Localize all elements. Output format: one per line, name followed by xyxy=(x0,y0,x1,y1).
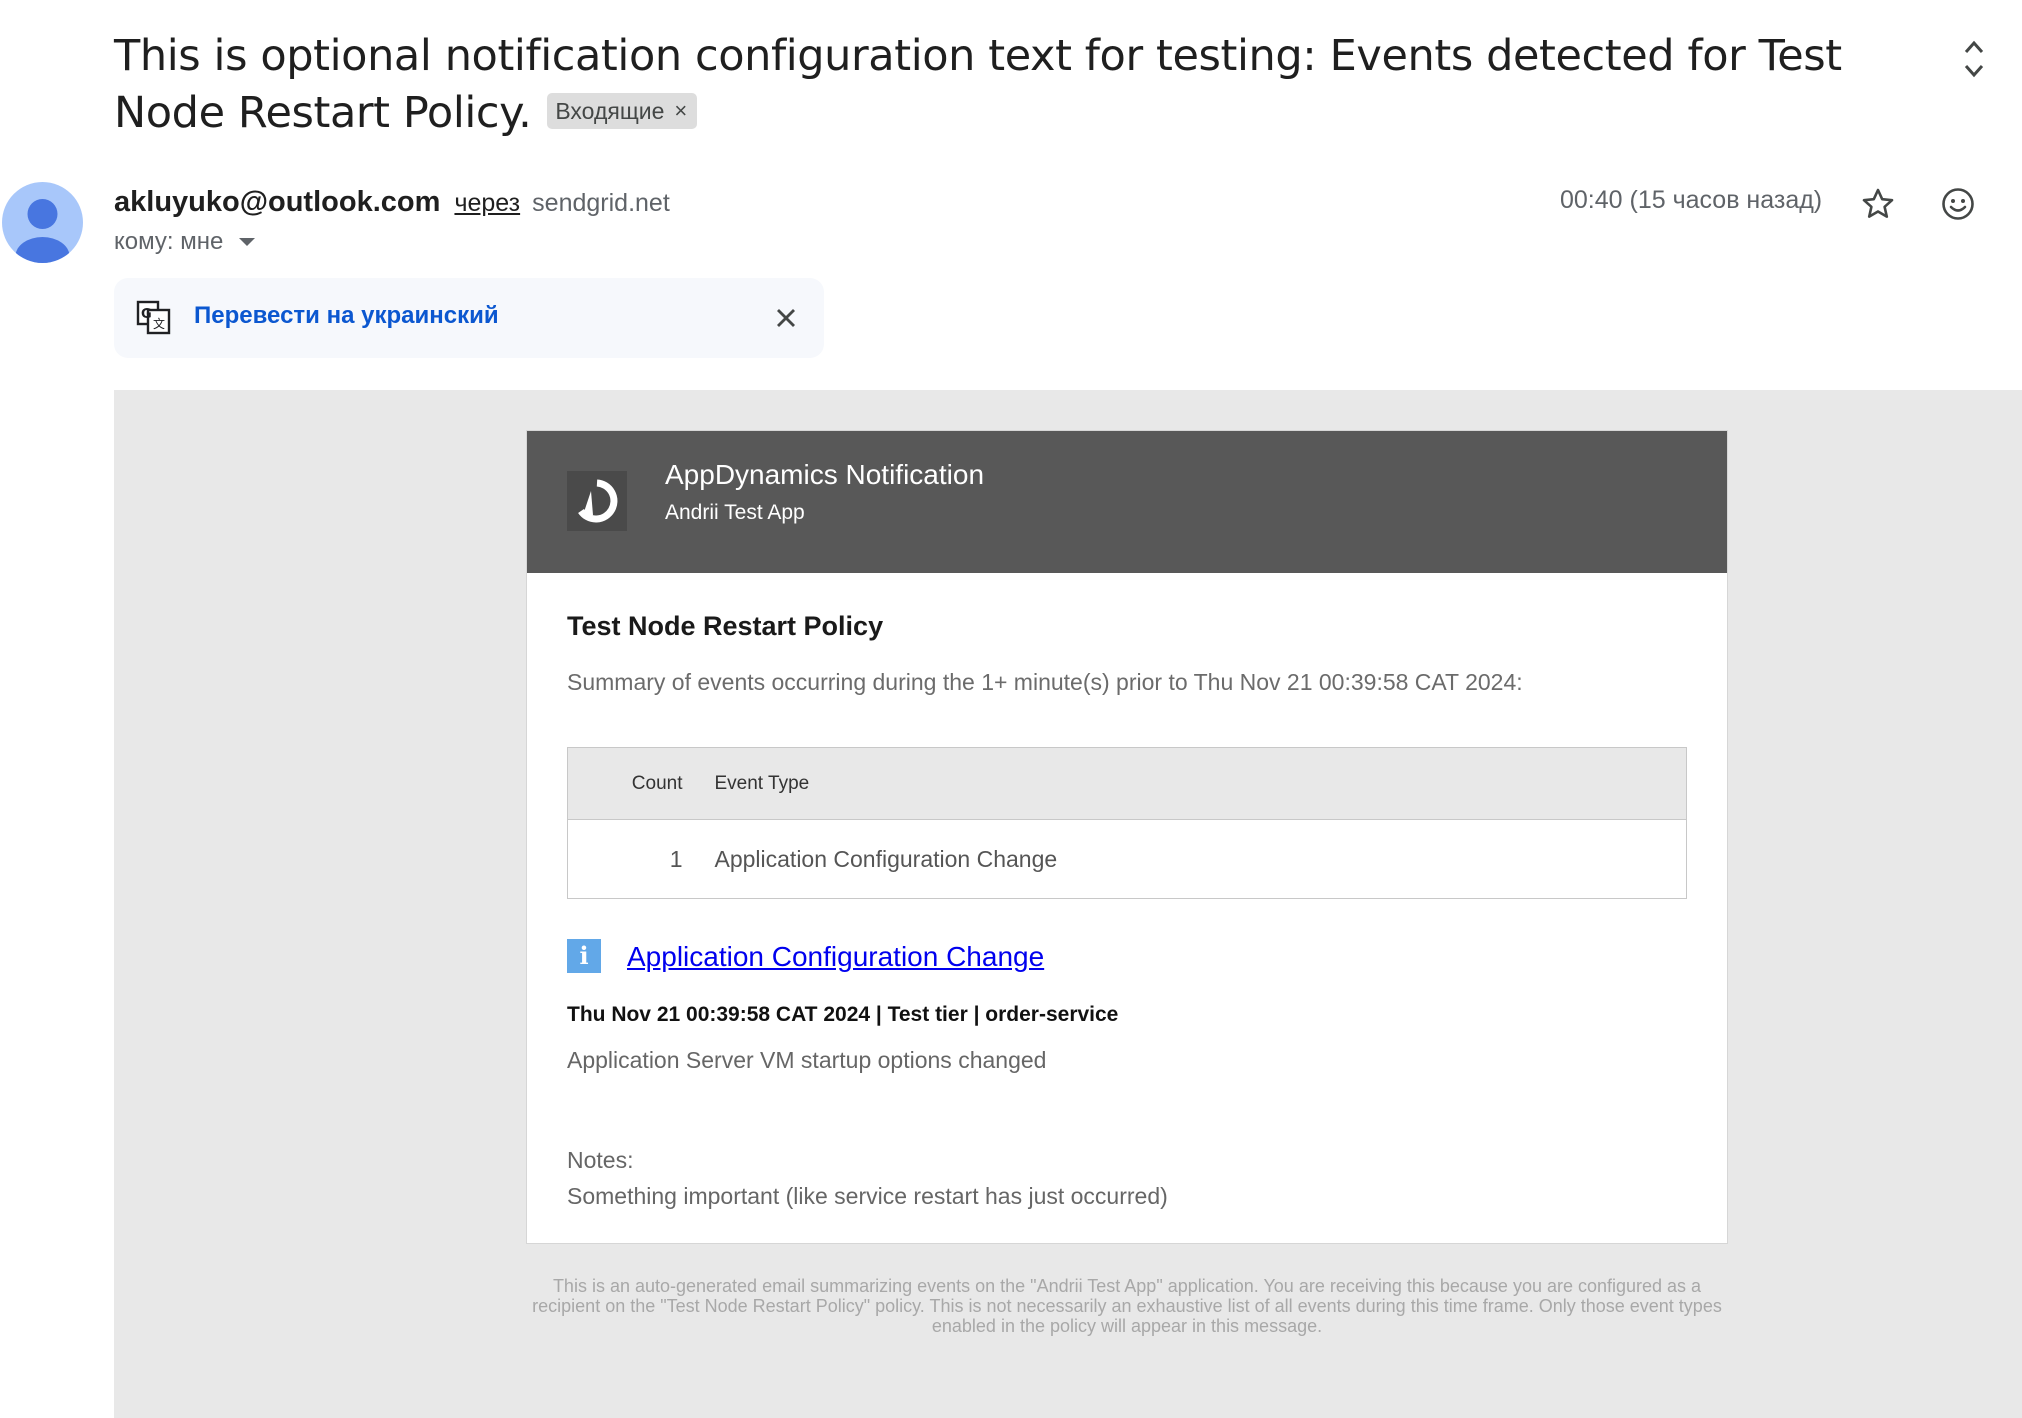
person-icon xyxy=(15,199,70,263)
recipient-details-toggle[interactable]: кому: мне xyxy=(114,226,256,258)
sender-email[interactable]: akluyuko@outlook.com xyxy=(114,186,440,218)
appdynamics-logo xyxy=(567,471,627,531)
email-timestamp: 00:40 (15 часов назад) xyxy=(1560,186,1823,214)
notes-text: Something important (like service restar… xyxy=(567,1183,1168,1209)
remove-label-icon[interactable]: × xyxy=(674,94,687,128)
inbox-label-text: Входящие xyxy=(555,98,665,124)
inbox-label-chip[interactable]: Входящие × xyxy=(547,93,698,129)
star-icon xyxy=(1862,188,1894,218)
events-summary: Summary of events occurring during the 1… xyxy=(567,669,1523,695)
close-icon[interactable] xyxy=(770,302,802,334)
column-header-count: Count xyxy=(567,747,693,820)
email-body: AppDynamics Notification Andrii Test App… xyxy=(114,390,2022,1418)
appdynamics-logo-icon xyxy=(578,479,618,523)
notes-label: Notes: xyxy=(567,1147,634,1173)
policy-name: Test Node Restart Policy xyxy=(567,611,884,641)
caret-down-icon xyxy=(239,238,256,246)
events-table: Count Event Type 1 Application Configura… xyxy=(567,747,1687,899)
via-link[interactable]: через xyxy=(454,189,520,217)
event-description: Application Server VM startup options ch… xyxy=(567,1047,1047,1073)
translate-icon: G 文 xyxy=(136,300,171,335)
column-header-event-type: Event Type xyxy=(692,747,1687,820)
sender-line: akluyuko@outlook.com через sendgrid.net xyxy=(114,184,670,221)
event-link[interactable]: Application Configuration Change xyxy=(627,941,1044,973)
unfold-icon xyxy=(1964,40,1984,78)
recipient-text: кому: мне xyxy=(114,228,224,255)
svg-text:文: 文 xyxy=(153,316,165,331)
application-name: Andrii Test App xyxy=(665,501,805,524)
via-domain: sendgrid.net xyxy=(532,189,670,217)
smiley-icon xyxy=(1942,188,1974,220)
sender-avatar[interactable] xyxy=(2,182,83,263)
star-button[interactable] xyxy=(1858,184,1898,224)
footer-disclaimer: This is an auto-generated email summariz… xyxy=(532,1276,1722,1336)
svg-text:G: G xyxy=(141,307,152,322)
email-view: This is optional notification configurat… xyxy=(0,0,2022,1418)
translate-link[interactable]: Перевести на украинский xyxy=(194,302,499,330)
table-header-row: Count Event Type xyxy=(567,747,1687,820)
emoji-reaction-button[interactable] xyxy=(1938,184,1978,224)
info-icon: i xyxy=(567,939,601,973)
expand-collapse-icon[interactable] xyxy=(1958,38,1990,80)
subject-text: This is optional notification configurat… xyxy=(114,31,1842,138)
table-row: 1 Application Configuration Change xyxy=(568,820,1687,899)
notification-card: AppDynamics Notification Andrii Test App… xyxy=(526,430,1728,1244)
event-meta: Thu Nov 21 00:39:58 CAT 2024 | Test tier… xyxy=(567,1003,1119,1026)
email-subject: This is optional notification configurat… xyxy=(114,28,1914,142)
translate-bar: G 文 Перевести на украинский xyxy=(114,278,824,358)
notification-title: AppDynamics Notification xyxy=(665,459,985,490)
event-count-cell: 1 xyxy=(669,845,683,872)
notification-header: AppDynamics Notification Andrii Test App xyxy=(527,431,1727,573)
event-type-cell: Application Configuration Change xyxy=(714,845,1058,872)
